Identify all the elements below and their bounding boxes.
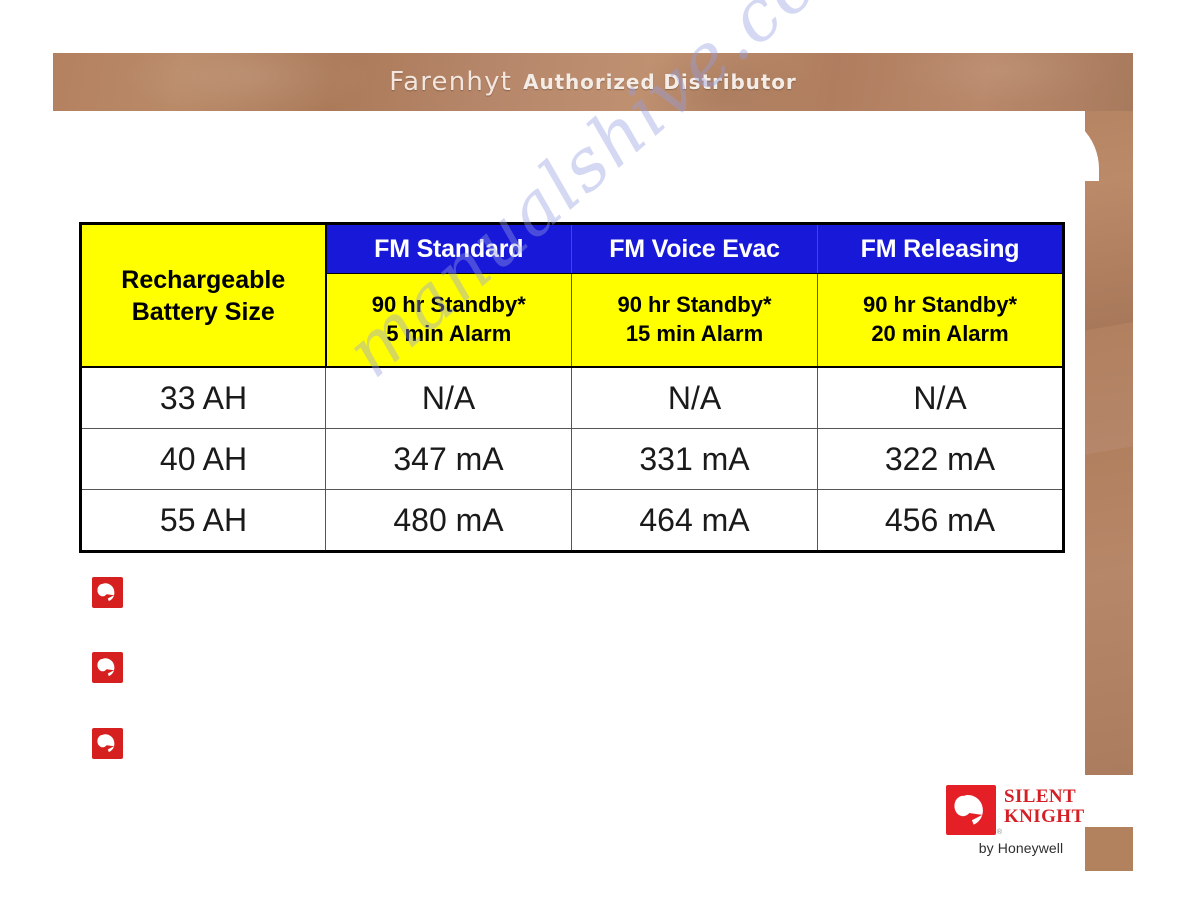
- cell-40ah-fm-standard: 347 mA: [325, 428, 572, 490]
- column-subheader-fm-voice-evac-line2: 15 min Alarm: [625, 321, 764, 346]
- silent-knight-wordmark-line1: SILENT: [1004, 786, 1077, 807]
- silent-knight-wordmark-line2: KNIGHT: [1004, 806, 1085, 828]
- column-subheader-fm-standard-line1: 90 hr Standby*: [371, 292, 526, 318]
- column-subheader-fm-voice-evac-line1: 90 hr Standby*: [617, 292, 772, 318]
- column-subheader-fm-voice-evac: 90 hr Standby* 15 min Alarm: [571, 273, 818, 368]
- header-cell-battery-size: Rechargeable Battery Size: [80, 223, 327, 368]
- table-header-row-titles: Rechargeable Battery Size FM Standard FM…: [80, 223, 1064, 368]
- cell-40ah-fm-voice-evac: 331 mA: [571, 428, 818, 490]
- header-cell-battery-size-line2: Battery Size: [131, 297, 275, 326]
- cell-33ah-fm-voice-evac: N/A: [571, 366, 818, 429]
- silent-knight-wordmark: SILENT KNIGHT: [1004, 785, 1085, 827]
- row-label-55ah: 55 AH: [80, 489, 326, 552]
- cell-55ah-fm-voice-evac: 464 mA: [571, 489, 818, 552]
- battery-table-container: Rechargeable Battery Size FM Standard FM…: [79, 222, 1065, 553]
- column-subheader-fm-standard: 90 hr Standby* 5 min Alarm: [325, 273, 572, 368]
- header-title: Farenhyt Authorized Distributor: [53, 53, 1133, 111]
- row-label-40ah: 40 AH: [80, 428, 326, 490]
- registered-trademark-symbol: ®: [996, 829, 1002, 836]
- header-title-subtitle: Authorized Distributor: [523, 70, 797, 94]
- silent-knight-helmet-icon: [92, 652, 123, 683]
- column-header-fm-voice-evac: FM Voice Evac: [571, 223, 818, 274]
- cell-33ah-fm-releasing: N/A: [817, 366, 1064, 429]
- battery-table: Rechargeable Battery Size FM Standard FM…: [79, 222, 1065, 553]
- silent-knight-logo: ® SILENT KNIGHT by Honeywell: [946, 785, 1096, 856]
- column-header-fm-standard: FM Standard: [325, 223, 572, 274]
- column-subheader-fm-releasing: 90 hr Standby* 20 min Alarm: [817, 273, 1064, 368]
- header-cell-battery-size-line1: Rechargeable: [121, 265, 286, 294]
- cell-33ah-fm-standard: N/A: [325, 366, 572, 429]
- column-subheader-fm-releasing-line2: 20 min Alarm: [871, 321, 1009, 346]
- silent-knight-logo-row: ® SILENT KNIGHT: [946, 785, 1096, 836]
- column-subheader-fm-standard-line2: 5 min Alarm: [386, 321, 512, 346]
- cell-55ah-fm-releasing: 456 mA: [817, 489, 1064, 552]
- table-row: 40 AH 347 mA 331 mA 322 mA: [80, 428, 1064, 490]
- table-row: 55 AH 480 mA 464 mA 456 mA: [80, 489, 1064, 552]
- silent-knight-helmet-icon: [92, 728, 123, 759]
- header-band: Farenhyt Authorized Distributor: [53, 53, 1133, 111]
- silent-knight-helmet-icon: [92, 577, 123, 608]
- slide-canvas: Farenhyt Authorized Distributor manualsh…: [0, 0, 1188, 918]
- column-subheader-fm-releasing-line1: 90 hr Standby*: [862, 292, 1018, 318]
- header-title-brand: Farenhyt: [389, 67, 513, 97]
- table-row: 33 AH N/A N/A N/A: [80, 366, 1064, 429]
- cell-40ah-fm-releasing: 322 mA: [817, 428, 1064, 490]
- silent-knight-mark-icon: ®: [946, 785, 1002, 836]
- silent-knight-byline: by Honeywell: [978, 840, 1064, 856]
- cell-55ah-fm-standard: 480 mA: [325, 489, 572, 552]
- column-header-fm-releasing: FM Releasing: [817, 223, 1064, 274]
- row-label-33ah: 33 AH: [80, 366, 326, 429]
